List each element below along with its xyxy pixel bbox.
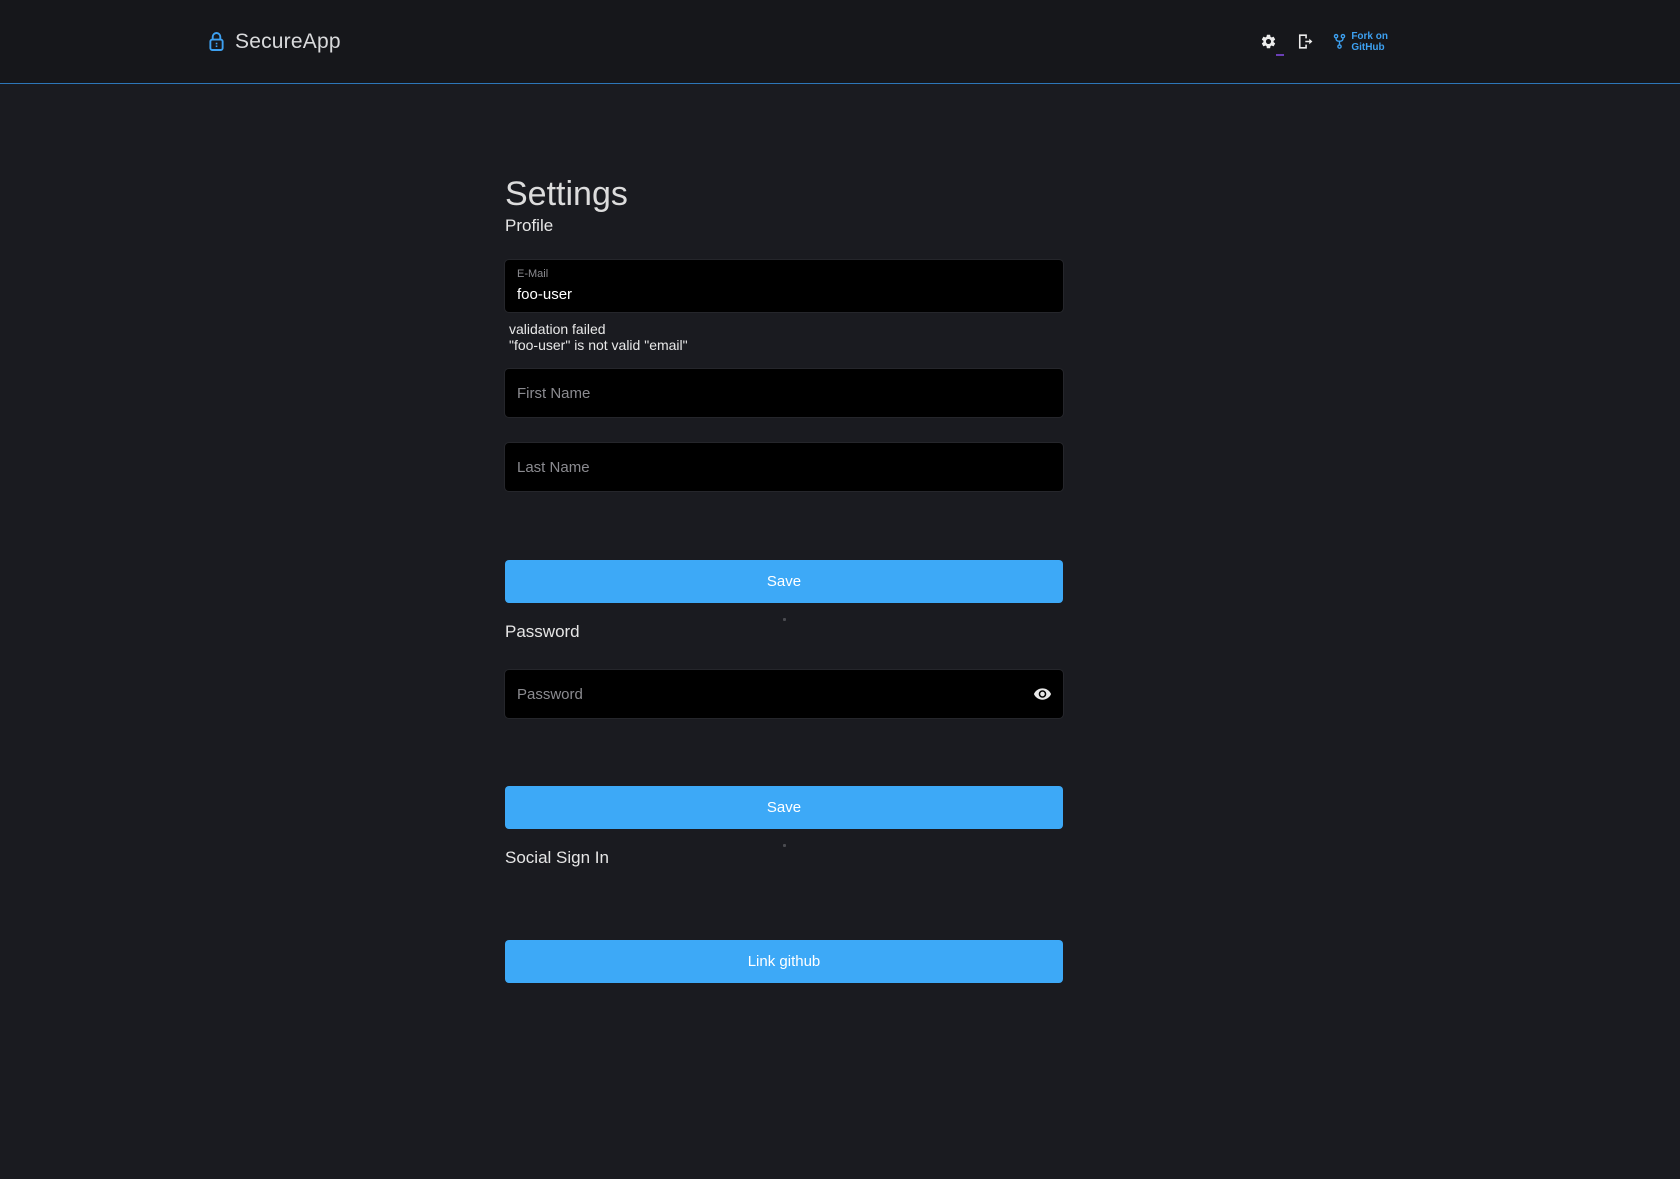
link-github-button[interactable]: Link github	[505, 940, 1063, 983]
settings-page: Settings Profile E-Mail validation faile…	[505, 174, 1063, 983]
fork-link-text: Fork on GitHub	[1351, 31, 1388, 53]
email-field: E-Mail	[505, 260, 1063, 312]
eye-icon	[1032, 684, 1053, 705]
last-name-field	[505, 443, 1063, 491]
gear-badge	[1276, 54, 1284, 56]
password-field	[505, 670, 1063, 718]
fork-on-github-link[interactable]: Fork on GitHub	[1332, 31, 1388, 53]
password-input[interactable]	[517, 684, 1051, 704]
logout-icon	[1295, 32, 1314, 51]
gear-icon	[1260, 33, 1277, 50]
header-actions: Fork on GitHub	[1260, 31, 1388, 53]
github-fork-icon	[1332, 33, 1347, 50]
fork-link-line2: GitHub	[1351, 42, 1384, 53]
email-label: E-Mail	[517, 267, 1051, 281]
error-line-1: validation failed	[509, 321, 1063, 337]
email-input[interactable]	[517, 283, 1051, 305]
fork-link-line1: Fork on	[1351, 31, 1388, 42]
lock-icon	[208, 31, 225, 52]
last-name-input[interactable]	[517, 457, 1051, 477]
error-line-2: "foo-user" is not valid "email"	[509, 337, 1063, 353]
brand: SecureApp	[208, 30, 341, 54]
save-password-button[interactable]: Save	[505, 786, 1063, 829]
toggle-password-visibility-button[interactable]	[1032, 684, 1053, 705]
first-name-input[interactable]	[517, 383, 1051, 403]
email-validation-error: validation failed "foo-user" is not vali…	[505, 321, 1063, 353]
profile-heading: Profile	[505, 215, 1063, 237]
logout-button[interactable]	[1295, 32, 1314, 51]
save-profile-button[interactable]: Save	[505, 560, 1063, 603]
app-title: SecureApp	[235, 30, 341, 54]
app-header: SecureApp	[0, 0, 1680, 84]
page-title: Settings	[505, 174, 1063, 215]
settings-button[interactable]	[1260, 33, 1277, 50]
first-name-field	[505, 369, 1063, 417]
password-heading: Password	[505, 621, 1063, 643]
social-sign-in-heading: Social Sign In	[505, 847, 1063, 869]
